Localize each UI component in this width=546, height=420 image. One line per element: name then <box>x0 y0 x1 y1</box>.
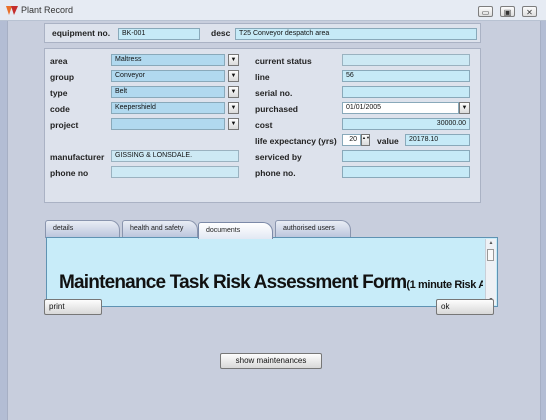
show-maintenances-button[interactable]: show maintenances <box>220 353 322 369</box>
manufacturer-label: manufacturer <box>50 152 105 162</box>
current-status-field[interactable] <box>342 54 470 66</box>
life-expectancy-field[interactable]: 20 <box>342 134 361 146</box>
tab-documents[interactable]: documents <box>198 222 273 239</box>
tab-details[interactable]: details <box>45 220 120 238</box>
scroll-thumb[interactable] <box>487 249 494 261</box>
equipment-label: equipment no. <box>52 28 111 38</box>
code-dropdown-button[interactable]: ▼ <box>228 102 239 114</box>
title-bar: Plant Record ▭ ▣ ✕ <box>0 0 546 21</box>
tab-health-and-safety[interactable]: health and safety <box>122 220 198 238</box>
area-select[interactable]: Maltress <box>111 54 225 66</box>
app-logo-icon <box>6 6 18 15</box>
life-expectancy-label: life expectancy (yrs) <box>255 136 337 146</box>
ok-button[interactable]: ok <box>436 299 494 315</box>
phone2-label: phone no. <box>255 168 296 178</box>
maximize-icon: ▣ <box>503 8 512 17</box>
area-label: area <box>50 56 68 66</box>
document-subtitle: (1 minute Risk Assessm <box>406 279 483 291</box>
close-button[interactable]: ✕ <box>522 6 537 17</box>
window-client: equipment no. BK-001 desc T25 Conveyor d… <box>0 21 546 420</box>
phone2-field[interactable] <box>342 166 470 178</box>
project-dropdown-button[interactable]: ▼ <box>228 118 239 130</box>
code-select[interactable]: Keepershield <box>111 102 225 114</box>
group-dropdown-button[interactable]: ▼ <box>228 70 239 82</box>
project-label: project <box>50 120 79 130</box>
type-select[interactable]: Belt <box>111 86 225 98</box>
group-label: group <box>50 72 75 82</box>
value-field[interactable]: 20178.10 <box>405 134 470 146</box>
print-button[interactable]: print <box>44 299 102 315</box>
manufacturer-field[interactable]: GISSING & LONSDALE. <box>111 150 239 162</box>
minimize-button[interactable]: ▭ <box>478 6 493 17</box>
serial-field[interactable] <box>342 86 470 98</box>
cost-field[interactable]: 30000.00 <box>342 118 470 130</box>
tab-authorised-users[interactable]: authorised users <box>275 220 351 238</box>
current-status-label: current status <box>255 56 312 66</box>
close-icon: ✕ <box>526 8 533 17</box>
document-title: Maintenance Task Risk Assessment Form <box>59 272 407 293</box>
project-select[interactable] <box>111 118 225 130</box>
cost-label: cost <box>255 120 273 130</box>
desc-label: desc <box>211 28 231 38</box>
tab-documents-label: documents <box>206 227 241 234</box>
tab-authorised-users-label: authorised users <box>283 225 335 232</box>
tab-details-label: details <box>53 225 74 232</box>
spin-arrows-icon: ▲▼ <box>362 135 370 140</box>
chevron-down-icon: ▼ <box>230 105 237 111</box>
document-scrollbar[interactable]: ▲ ▼ <box>485 239 496 305</box>
purchased-date-field[interactable]: 01/01/2005 <box>342 102 459 114</box>
details-panel: area Maltress ▼ group Conveyor ▼ type Be… <box>44 48 481 203</box>
area-dropdown-button[interactable]: ▼ <box>228 54 239 66</box>
type-label: type <box>50 88 68 98</box>
tab-health-and-safety-label: health and safety <box>130 225 184 232</box>
chevron-down-icon: ▼ <box>230 57 237 63</box>
group-select[interactable]: Conveyor <box>111 70 225 82</box>
phone-label: phone no <box>50 168 89 178</box>
phone-field[interactable] <box>111 166 239 178</box>
equipment-field[interactable]: BK-001 <box>118 28 200 40</box>
header-panel: equipment no. BK-001 desc T25 Conveyor d… <box>44 23 481 43</box>
chevron-down-icon: ▼ <box>230 89 237 95</box>
life-expectancy-spinner[interactable]: ▲▼ <box>361 134 370 146</box>
serial-label: serial no. <box>255 88 293 98</box>
line-field[interactable]: 56 <box>342 70 470 82</box>
value-label: value <box>377 136 399 146</box>
serviced-by-field[interactable] <box>342 150 470 162</box>
type-dropdown-button[interactable]: ▼ <box>228 86 239 98</box>
serviced-by-label: serviced by <box>255 152 302 162</box>
purchased-label: purchased <box>255 104 298 114</box>
maximize-button[interactable]: ▣ <box>500 6 515 17</box>
chevron-down-icon: ▼ <box>230 73 237 79</box>
minimize-icon: ▭ <box>481 8 490 17</box>
form-body: equipment no. BK-001 desc T25 Conveyor d… <box>7 21 541 420</box>
code-label: code <box>50 104 70 114</box>
chevron-down-icon: ▼ <box>230 121 237 127</box>
scroll-up-icon[interactable]: ▲ <box>486 239 496 248</box>
desc-field[interactable]: T25 Conveyor despatch area <box>235 28 477 40</box>
document-preview[interactable]: Maintenance Task Risk Assessment Form(1 … <box>59 272 483 294</box>
documents-panel: Maintenance Task Risk Assessment Form(1 … <box>46 237 498 307</box>
line-label: line <box>255 72 270 82</box>
chevron-down-icon: ▼ <box>461 105 468 111</box>
purchased-dropdown-button[interactable]: ▼ <box>459 102 470 114</box>
window-title: Plant Record <box>21 5 74 15</box>
